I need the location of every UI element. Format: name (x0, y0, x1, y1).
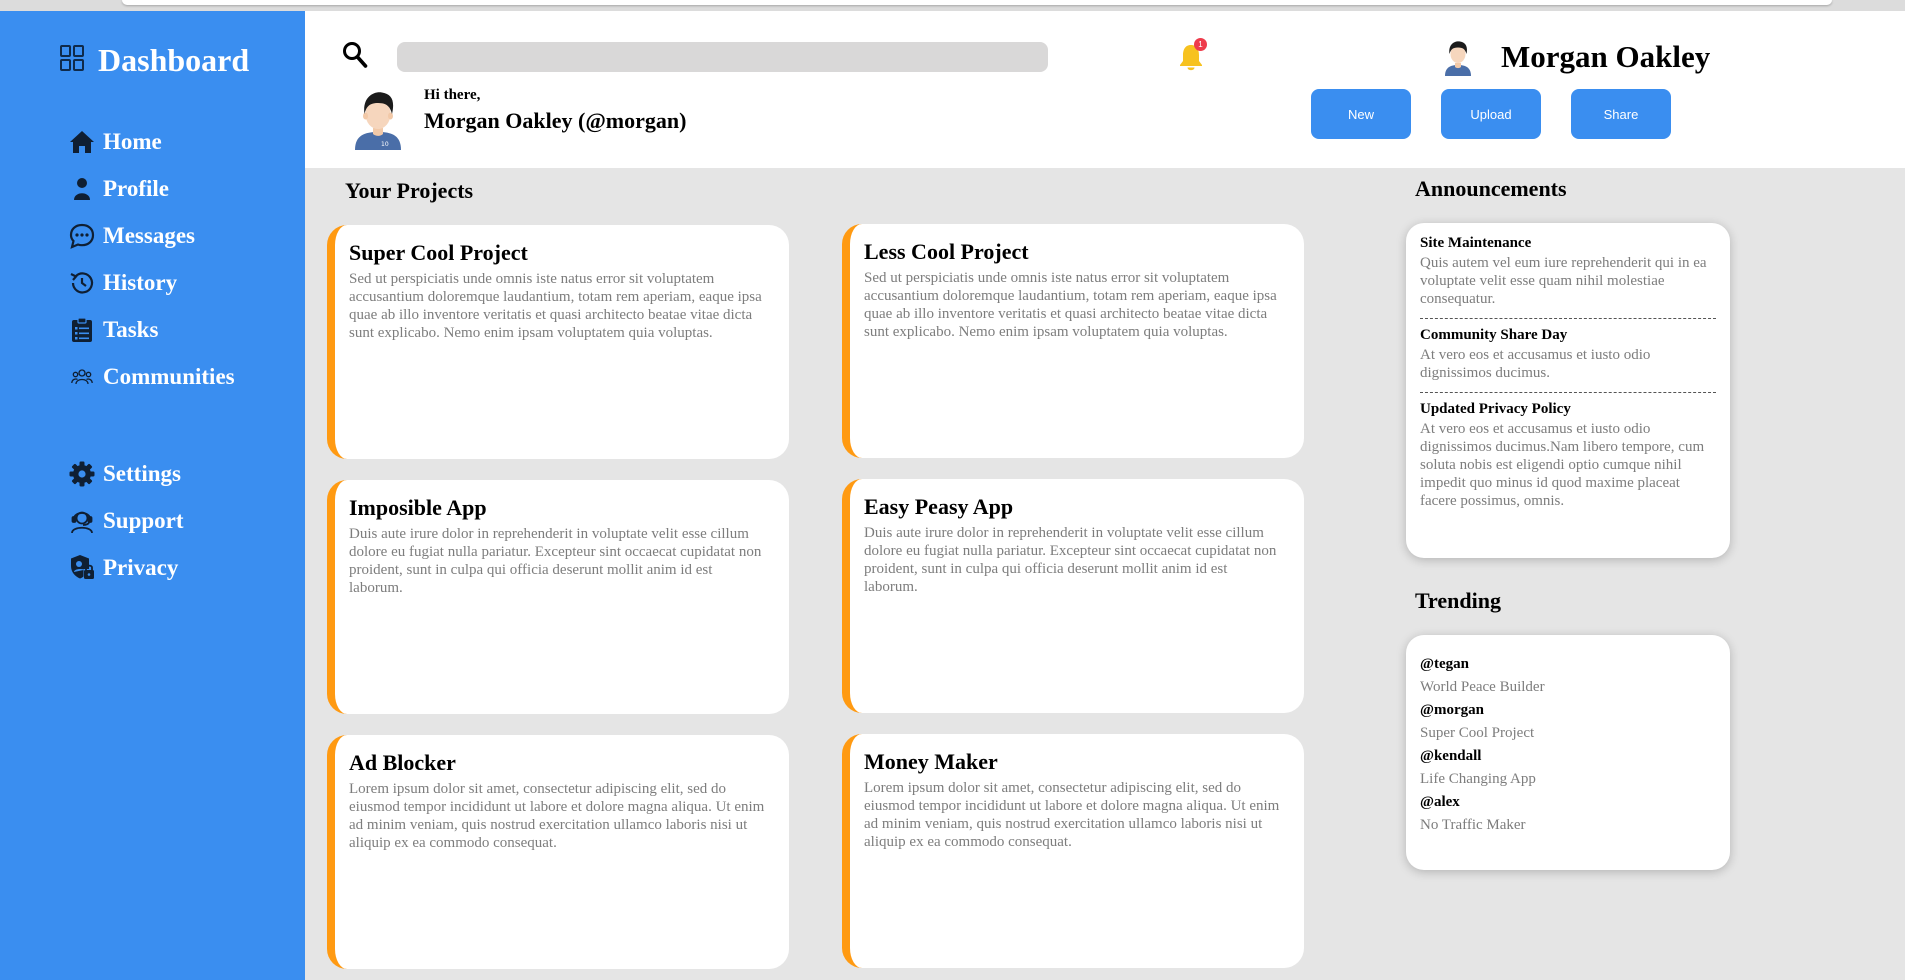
svg-text:10: 10 (381, 141, 389, 148)
search-input[interactable] (397, 42, 1048, 72)
support-icon (68, 507, 96, 535)
trending-project: Life Changing App (1420, 771, 1536, 787)
trending-project: No Traffic Maker (1420, 817, 1526, 833)
announcement-title: Updated Privacy Policy (1420, 401, 1571, 417)
nav-item-profile[interactable]: Profile (68, 173, 169, 205)
brand-title: Dashboard (98, 42, 250, 78)
user-icon (68, 175, 96, 203)
avatar[interactable] (1438, 38, 1478, 83)
nav-label-profile: Profile (103, 176, 169, 201)
nav-item-communities[interactable]: Communities (68, 361, 235, 393)
clipboard-icon (68, 316, 96, 344)
brand[interactable]: Dashboard (60, 42, 249, 79)
project-description: Lorem ipsum dolor sit amet, consectetur … (349, 781, 765, 851)
gear-icon (68, 460, 96, 488)
project-title: Easy Peasy App (864, 494, 1014, 519)
announcement-item[interactable]: Site Maintenance Quis autem vel eum iure… (1420, 235, 1716, 308)
chat-icon (68, 222, 96, 250)
announcement-description: At vero eos et accusamus et iusto odio d… (1420, 347, 1651, 381)
project-card[interactable]: Easy Peasy App Duis aute irure dolor in … (842, 479, 1304, 713)
divider (1420, 392, 1716, 393)
project-description: Sed ut perspiciatis unde omnis iste natu… (864, 270, 1277, 340)
trending-item[interactable]: @morgan Super Cool Project (1420, 699, 1716, 745)
nav-item-home[interactable]: Home (68, 126, 162, 158)
trending-panel: @tegan World Peace Builder @morgan Super… (1406, 635, 1730, 870)
projects-title: Your Projects (345, 178, 474, 203)
announcements-panel: Site Maintenance Quis autem vel eum iure… (1406, 223, 1730, 558)
announcement-description: At vero eos et accusamus et iusto odio d… (1420, 421, 1705, 509)
trending-user: @alex (1420, 794, 1460, 810)
trending-user: @tegan (1420, 656, 1469, 672)
project-card[interactable]: Super Cool Project Sed ut perspiciatis u… (327, 225, 789, 459)
history-icon (68, 269, 96, 297)
nav-item-tasks[interactable]: Tasks (68, 314, 158, 346)
nav-label-settings: Settings (103, 461, 181, 486)
greeting-name: Morgan Oakley (@morgan) (424, 108, 687, 133)
announcement-item[interactable]: Updated Privacy Policy At vero eos et ac… (1420, 401, 1716, 510)
project-description: Duis aute irure dolor in reprehenderit i… (349, 526, 762, 596)
dashboard-grid-icon (60, 45, 84, 76)
announcement-title: Community Share Day (1420, 327, 1568, 343)
upload-button[interactable]: Upload (1441, 89, 1541, 139)
trending-item[interactable]: @tegan World Peace Builder (1420, 653, 1716, 699)
divider (1420, 318, 1716, 319)
project-title: Money Maker (864, 749, 998, 774)
shield-lock-icon (68, 554, 96, 582)
profile-avatar: 10 (347, 87, 409, 156)
trending-title: Trending (1415, 588, 1501, 613)
project-title: Super Cool Project (349, 240, 528, 265)
nav-label-privacy: Privacy (103, 555, 179, 580)
project-title: Ad Blocker (349, 750, 456, 775)
trending-project: World Peace Builder (1420, 679, 1545, 695)
project-description: Lorem ipsum dolor sit amet, consectetur … (864, 780, 1280, 850)
notification-badge: 1 (1194, 38, 1207, 51)
project-card[interactable]: Money Maker Lorem ipsum dolor sit amet, … (842, 734, 1304, 968)
nav-label-messages: Messages (103, 223, 195, 248)
announcement-description: Quis autem vel eum iure reprehenderit qu… (1420, 255, 1707, 307)
project-description: Sed ut perspiciatis unde omnis iste natu… (349, 271, 762, 341)
share-button[interactable]: Share (1571, 89, 1671, 139)
search-icon[interactable] (342, 41, 368, 74)
greeting: Hi there, (424, 87, 481, 103)
project-title: Imposible App (349, 495, 487, 520)
announcement-title: Site Maintenance (1420, 235, 1532, 251)
project-title: Less Cool Project (864, 239, 1029, 264)
trending-user: @morgan (1420, 702, 1484, 718)
user-name: Morgan Oakley (1501, 39, 1711, 74)
notifications[interactable]: 1 (1177, 38, 1211, 74)
trending-item[interactable]: @kendall Life Changing App (1420, 745, 1716, 791)
project-description: Duis aute irure dolor in reprehenderit i… (864, 525, 1277, 595)
project-card[interactable]: Less Cool Project Sed ut perspiciatis un… (842, 224, 1304, 458)
sidebar: Dashboard Home Profile Messages History … (0, 11, 305, 980)
nav-label-history: History (103, 270, 178, 295)
nav-item-settings[interactable]: Settings (68, 458, 181, 490)
browser-chrome (0, 0, 1905, 11)
trending-user: @kendall (1420, 748, 1482, 764)
project-card[interactable]: Ad Blocker Lorem ipsum dolor sit amet, c… (327, 735, 789, 969)
nav-item-privacy[interactable]: Privacy (68, 552, 178, 584)
nav-item-messages[interactable]: Messages (68, 220, 195, 252)
home-icon (68, 128, 96, 156)
new-button[interactable]: New (1311, 89, 1411, 139)
trending-item[interactable]: @alex No Traffic Maker (1420, 791, 1716, 837)
nav-label-tasks: Tasks (103, 317, 159, 342)
trending-project: Super Cool Project (1420, 725, 1535, 741)
header: 1 Morgan Oakley 10 Hi there, Morgan Oakl… (305, 11, 1905, 168)
announcements-title: Announcements (1415, 176, 1567, 201)
people-icon (68, 363, 96, 391)
browser-address-strip (122, 0, 1832, 5)
nav-item-support[interactable]: Support (68, 505, 184, 537)
project-card[interactable]: Imposible App Duis aute irure dolor in r… (327, 480, 789, 714)
nav-label-home: Home (103, 129, 162, 154)
nav-label-support: Support (103, 508, 184, 533)
announcement-item[interactable]: Community Share Day At vero eos et accus… (1420, 327, 1716, 382)
nav-item-history[interactable]: History (68, 267, 177, 299)
nav-label-communities: Communities (103, 364, 235, 389)
